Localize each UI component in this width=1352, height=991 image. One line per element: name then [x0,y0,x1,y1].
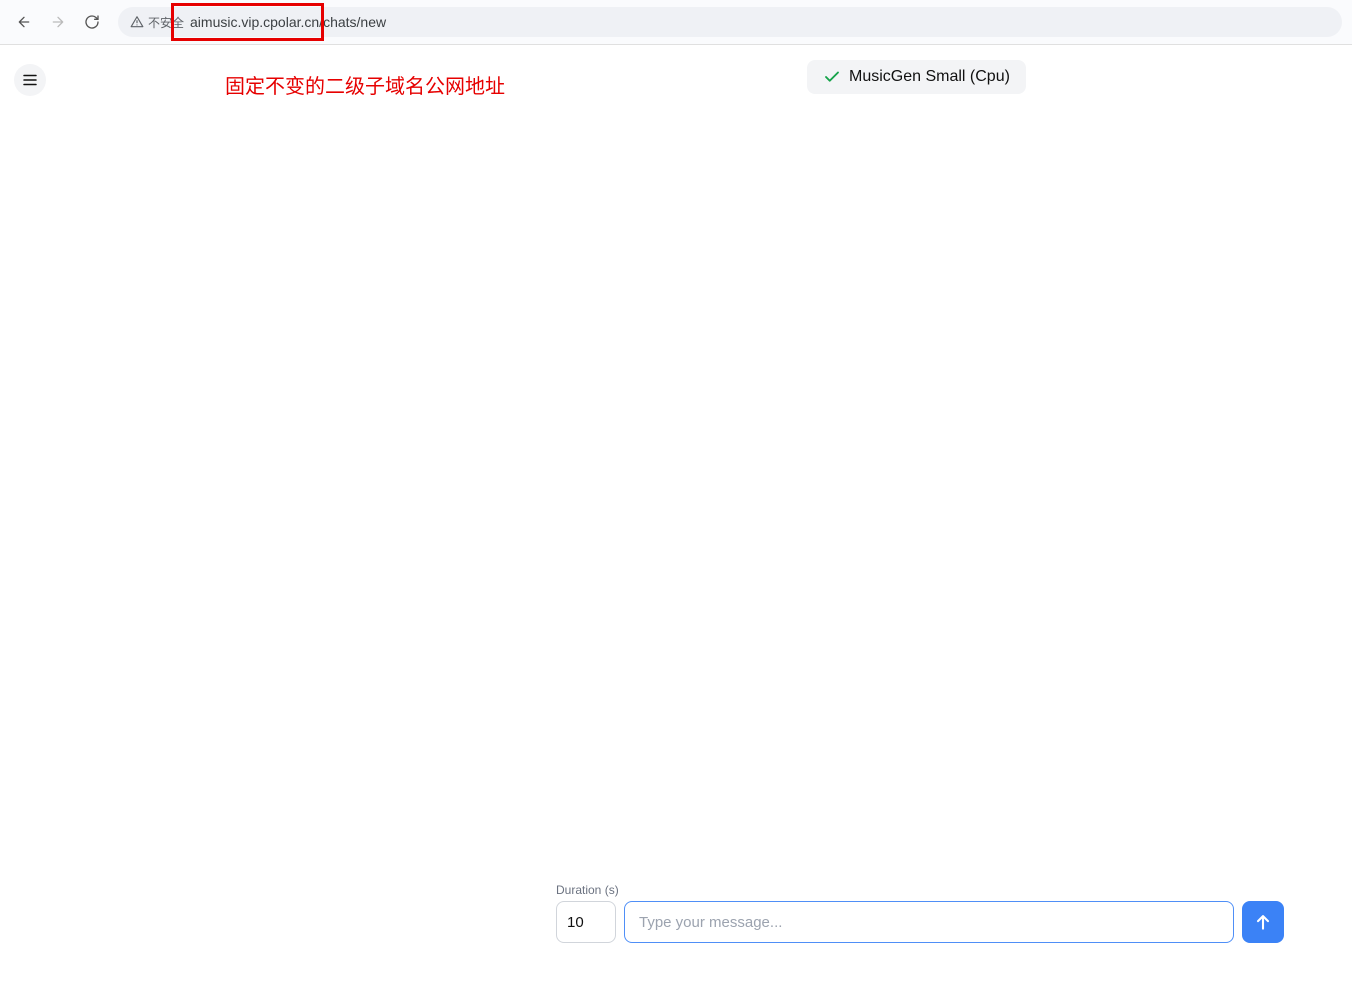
page-header: MusicGen Small (Cpu) [0,60,1352,110]
hamburger-icon [21,71,39,89]
arrow-up-icon [1253,912,1273,932]
url-text: aimusic.vip.cpolar.cn/chats/new [190,14,386,30]
model-badge[interactable]: MusicGen Small (Cpu) [807,60,1026,94]
reload-icon [84,14,100,30]
arrow-right-icon [50,14,66,30]
warning-icon [130,15,144,29]
security-text: 不安全 [148,14,184,31]
address-bar[interactable]: 不安全 aimusic.vip.cpolar.cn/chats/new [118,7,1342,37]
input-row [556,901,1284,943]
arrow-left-icon [16,14,32,30]
check-icon [823,68,841,86]
back-button[interactable] [10,8,38,36]
model-badge-label: MusicGen Small (Cpu) [849,68,1010,86]
input-panel: Duration (s) [556,883,1284,943]
reload-button[interactable] [78,8,106,36]
send-button[interactable] [1242,901,1284,943]
browser-toolbar: 不安全 aimusic.vip.cpolar.cn/chats/new [0,0,1352,45]
forward-button[interactable] [44,8,72,36]
duration-label: Duration (s) [556,883,1284,897]
duration-input[interactable] [556,901,616,943]
security-indicator: 不安全 [130,14,184,31]
menu-button[interactable] [14,64,46,96]
message-input[interactable] [624,901,1234,943]
